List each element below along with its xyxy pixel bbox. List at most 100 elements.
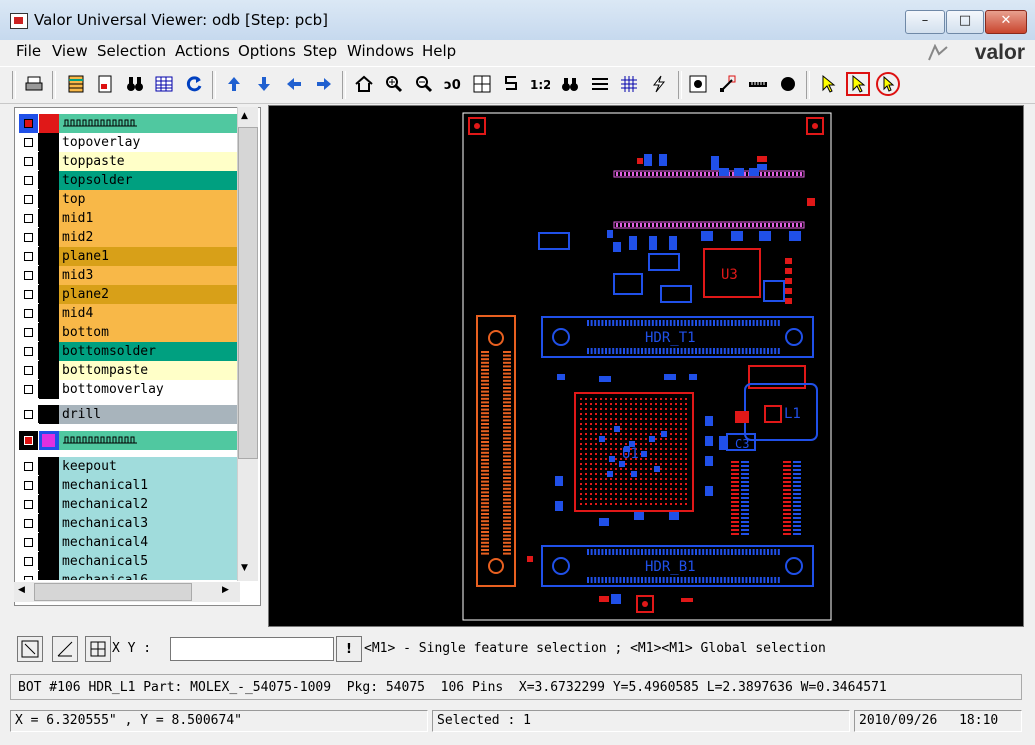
pad-icon[interactable] xyxy=(776,72,800,96)
header-pin xyxy=(481,433,489,436)
layer-panel-vscrollbar[interactable]: ▲ ▼ xyxy=(237,107,258,581)
menu-view[interactable]: View xyxy=(52,42,88,60)
strip-pad xyxy=(680,223,682,227)
scroll-right-icon[interactable]: ▶ xyxy=(222,585,229,595)
zoom-out-icon[interactable] xyxy=(412,72,436,96)
minimize-button[interactable]: – xyxy=(905,10,945,34)
bga-ball xyxy=(585,448,587,450)
arrow-down-icon[interactable] xyxy=(252,72,276,96)
scroll-down-icon[interactable]: ▼ xyxy=(241,563,248,573)
print-icon[interactable] xyxy=(22,72,46,96)
menu-help[interactable]: Help xyxy=(422,42,456,60)
menu-windows[interactable]: Windows xyxy=(347,42,414,60)
bga-ball xyxy=(605,448,607,450)
layer-row-mechanical2[interactable]: mechanical2 xyxy=(19,495,237,515)
zoom-area-icon[interactable]: ɔ0 xyxy=(441,72,465,96)
layer-checkbox[interactable] xyxy=(19,457,39,475)
snap-icon[interactable] xyxy=(499,72,523,96)
header-pin xyxy=(695,320,697,326)
menu-actions[interactable]: Actions xyxy=(175,42,230,60)
execute-button[interactable]: ! xyxy=(336,636,362,662)
header-pin xyxy=(741,348,744,354)
refresh-icon[interactable] xyxy=(182,72,206,96)
menu-step[interactable]: Step xyxy=(303,42,337,60)
select-circle-pointer-icon[interactable] xyxy=(876,72,900,96)
scale-1-2-icon[interactable]: 1:2 xyxy=(528,72,552,96)
header-pin xyxy=(503,502,511,505)
find-icon[interactable] xyxy=(558,72,582,96)
header-pin xyxy=(691,348,694,354)
arrow-left-icon[interactable] xyxy=(282,72,306,96)
bga-ball xyxy=(655,478,657,480)
layer-checkbox[interactable] xyxy=(19,571,39,580)
menu-selection[interactable]: Selection xyxy=(97,42,166,60)
layer-row-mechanical1[interactable]: mechanical1 xyxy=(19,476,237,496)
feature-icon[interactable] xyxy=(686,72,710,96)
strip-pad xyxy=(684,172,686,176)
header-pin xyxy=(759,549,762,555)
layer-row-keepout[interactable]: keepout xyxy=(19,457,237,477)
pcb-canvas[interactable]: U3 HDR_T1 U1 L1 C3 HDR_B1 xyxy=(268,105,1024,627)
hscroll-thumb[interactable] xyxy=(34,583,192,601)
grid-icon[interactable] xyxy=(617,72,641,96)
pcb-drawing[interactable]: U3 HDR_T1 U1 L1 C3 HDR_B1 xyxy=(269,106,1023,626)
bga-ball xyxy=(670,488,672,490)
layer-checkbox[interactable] xyxy=(19,476,39,494)
header-pin xyxy=(481,415,489,418)
layers-icon[interactable] xyxy=(64,72,88,96)
bga-ball xyxy=(675,458,677,460)
layer-row-mechanical6[interactable]: mechanical6 xyxy=(19,571,237,580)
strip-pad xyxy=(656,223,658,227)
document-icon[interactable] xyxy=(93,72,117,96)
layer-row-mechanical3[interactable]: mechanical3 xyxy=(19,514,237,534)
scroll-thumb[interactable] xyxy=(238,127,258,459)
menu-file[interactable]: File xyxy=(16,42,41,60)
header-pin xyxy=(587,348,589,354)
bga-ball xyxy=(585,413,587,415)
header-pin xyxy=(481,351,489,353)
bga-ball xyxy=(640,423,642,425)
window-split-icon[interactable] xyxy=(470,72,494,96)
flash-icon[interactable] xyxy=(647,72,671,96)
header-pin xyxy=(481,419,489,422)
header-pin xyxy=(738,577,741,583)
binoculars-icon[interactable] xyxy=(123,72,147,96)
select-pointer-icon[interactable] xyxy=(846,72,870,96)
bga-ball xyxy=(585,458,587,460)
bga-ball xyxy=(650,488,652,490)
title-bar[interactable]: Valor Universal Viewer: odb [Step: pcb] … xyxy=(0,0,1035,41)
scroll-left-icon[interactable]: ◀ xyxy=(18,585,25,595)
zoom-fit-icon[interactable] xyxy=(17,636,43,662)
net-icon[interactable] xyxy=(716,72,740,96)
layer-row-mechanical5[interactable]: mechanical5 xyxy=(19,552,237,572)
close-button[interactable]: ✕ xyxy=(985,10,1027,34)
bga-ball xyxy=(645,463,647,465)
layer-panel-hscrollbar[interactable]: ◀ ▶ xyxy=(14,582,240,602)
arrow-up-icon[interactable] xyxy=(222,72,246,96)
layer-checkbox[interactable] xyxy=(19,495,39,513)
arrow-right-icon[interactable] xyxy=(312,72,336,96)
menu-options[interactable]: Options xyxy=(238,42,296,60)
home-icon[interactable] xyxy=(352,72,376,96)
pin xyxy=(783,477,791,479)
layer-checkbox[interactable] xyxy=(19,552,39,570)
layer-checkbox[interactable] xyxy=(19,514,39,532)
header-pin xyxy=(481,387,489,389)
maximize-button[interactable]: □ xyxy=(946,10,984,34)
angle-icon[interactable] xyxy=(52,636,78,662)
header-pin xyxy=(481,430,489,433)
bga-ball xyxy=(600,503,602,505)
layer-row-mechanical4[interactable]: mechanical4 xyxy=(19,533,237,553)
bga-ball xyxy=(665,478,667,480)
zoom-in-icon[interactable] xyxy=(382,72,406,96)
xy-input[interactable] xyxy=(170,637,334,661)
pin xyxy=(793,525,801,527)
bga-ball xyxy=(685,443,687,445)
table-icon[interactable] xyxy=(152,72,176,96)
pointer-icon[interactable] xyxy=(816,72,840,96)
layer-checkbox[interactable] xyxy=(19,533,39,551)
grid-snap-icon[interactable] xyxy=(85,636,111,662)
scroll-up-icon[interactable]: ▲ xyxy=(241,111,248,121)
measure-icon[interactable] xyxy=(588,72,612,96)
ruler-icon[interactable] xyxy=(746,72,770,96)
